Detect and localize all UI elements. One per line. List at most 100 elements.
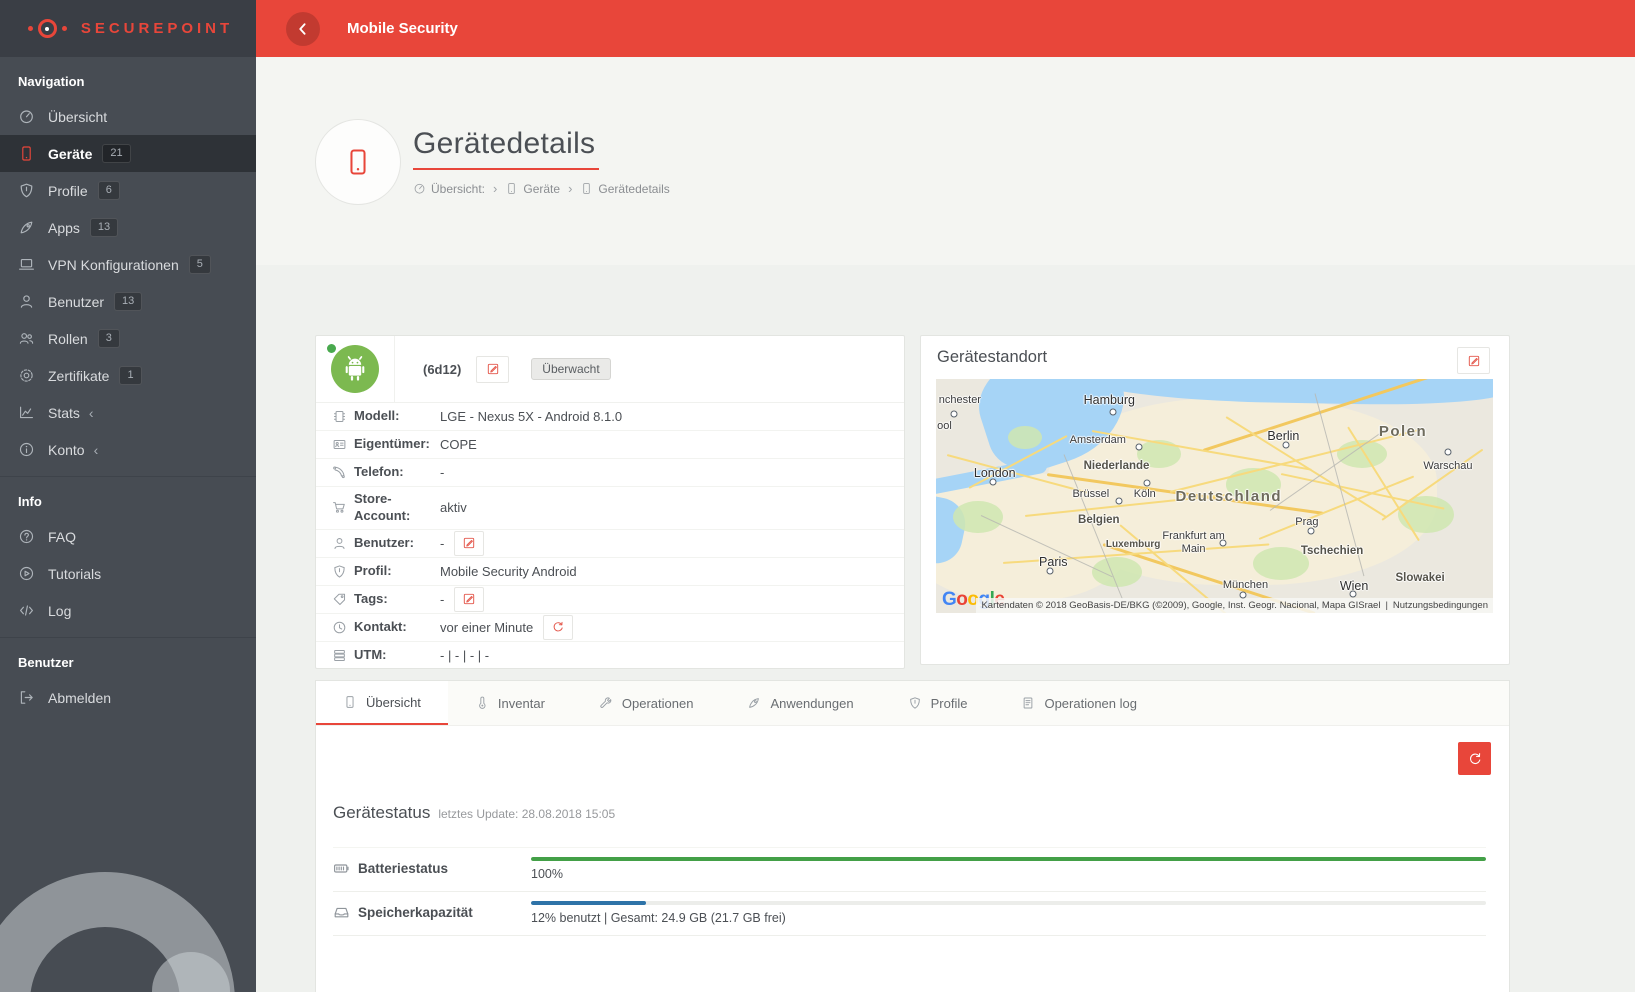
- edit-benutzer-button[interactable]: [454, 531, 484, 556]
- user-icon: [18, 293, 35, 310]
- count-badge: 3: [98, 329, 120, 347]
- clock-icon: [332, 620, 347, 635]
- sidebar-item-faq[interactable]: FAQ: [0, 518, 256, 555]
- rocket-icon: [747, 696, 761, 710]
- tab-profile[interactable]: Profile: [881, 681, 995, 725]
- android-robot-icon: [339, 353, 371, 385]
- map-label: ool: [937, 420, 952, 432]
- tab-operationen[interactable]: Operationen: [572, 681, 721, 725]
- battery-progress-fill: [531, 857, 1486, 861]
- map-city-marker: [1282, 441, 1289, 448]
- sidebar-item-zertifikate[interactable]: Zertifikate 1: [0, 357, 256, 394]
- count-badge: 6: [98, 181, 120, 199]
- map-label: Hamburg: [1084, 393, 1135, 407]
- map-city-marker: [1136, 443, 1143, 450]
- row-label: Tags:: [354, 587, 440, 612]
- map-label: München: [1223, 579, 1268, 591]
- map-city-marker: [1219, 539, 1226, 546]
- sidebar-item-stats[interactable]: Stats ‹: [0, 394, 256, 431]
- shield-icon: [332, 564, 347, 579]
- row-value: COPE: [440, 437, 477, 452]
- row-value: -: [440, 465, 444, 480]
- sidebar-item-label: Rollen: [48, 331, 88, 347]
- breadcrumb-link-geraete[interactable]: Geräte: [505, 182, 560, 196]
- logout-icon: [18, 689, 35, 706]
- map-label: Amsterdam: [1070, 434, 1126, 446]
- sidebar-nav: Navigation Übersicht Geräte 21 Profile 6: [0, 57, 256, 724]
- sidebar-item-label: Apps: [48, 220, 80, 236]
- back-button[interactable]: [286, 12, 320, 46]
- device-avatar-cell: [316, 336, 395, 402]
- status-row-speicher: Speicherkapazität 12% benutzt | Gesamt: …: [333, 892, 1486, 936]
- status-row-batterie: Batteriestatus 100%: [333, 847, 1486, 892]
- server-icon: [332, 648, 347, 663]
- sidebar-item-abmelden[interactable]: Abmelden: [0, 679, 256, 716]
- sidebar: SECUREPOINT Navigation Übersicht Geräte …: [0, 0, 256, 992]
- row-value: Mobile Security Android: [440, 564, 577, 579]
- sidebar-item-benutzer[interactable]: Benutzer 13: [0, 283, 256, 320]
- sidebar-item-profile[interactable]: Profile 6: [0, 172, 256, 209]
- storage-progress-track: [531, 901, 1486, 905]
- device-row-tags: Tags: -: [316, 585, 904, 613]
- map-forest: [953, 501, 1003, 534]
- map-city-marker: [1349, 591, 1356, 598]
- main-content: Gerätedetails Übersicht: › Geräte › Gerä…: [256, 57, 1635, 992]
- refresh-status-button[interactable]: [1458, 742, 1491, 775]
- tab-bar: Übersicht Inventar Operationen Anwendung…: [316, 681, 1509, 726]
- breadcrumb-link-uebersicht[interactable]: Übersicht:: [413, 182, 485, 196]
- map-canvas[interactable]: Google Kartendaten © 2018 GeoBasis-DE/BK…: [936, 379, 1493, 613]
- sidebar-item-geraete[interactable]: Geräte 21: [0, 135, 256, 172]
- storage-progress-fill: [531, 901, 646, 905]
- device-status-header: Gerätestatus letztes Update: 28.08.2018 …: [333, 726, 1486, 823]
- logo-dot-icon: [62, 26, 67, 31]
- map-attribution: Kartendaten © 2018 GeoBasis-DE/BKG (©200…: [976, 598, 1493, 613]
- map-terms-link[interactable]: Nutzungsbedingungen: [1393, 600, 1488, 611]
- sidebar-item-konto[interactable]: Konto ‹: [0, 431, 256, 468]
- sidebar-item-tutorials[interactable]: Tutorials: [0, 555, 256, 592]
- tab-anwendungen[interactable]: Anwendungen: [720, 681, 880, 725]
- chevron-left-icon: [295, 21, 311, 37]
- map-label: Warschau: [1423, 460, 1472, 472]
- row-value-text: -: [440, 536, 444, 551]
- battery-icon: [333, 860, 350, 877]
- thermometer-icon: [475, 696, 489, 710]
- smartphone-icon: [343, 695, 357, 709]
- logo-dot-icon: [28, 26, 33, 31]
- edit-device-name-button[interactable]: [476, 356, 509, 383]
- tab-operationen-log[interactable]: Operationen log: [994, 681, 1164, 725]
- sidebar-item-uebersicht[interactable]: Übersicht: [0, 98, 256, 135]
- map-city-marker: [1143, 480, 1150, 487]
- map-label: Prag: [1295, 516, 1318, 528]
- tab-inventar[interactable]: Inventar: [448, 681, 572, 725]
- refresh-icon: [551, 620, 565, 634]
- tab-uebersicht[interactable]: Übersicht: [316, 681, 448, 725]
- row-label: Eigentümer:: [354, 432, 440, 457]
- count-badge: 21: [102, 144, 130, 162]
- breadcrumb: Übersicht: › Geräte › Gerätedetails: [413, 181, 670, 196]
- document-icon: [1021, 696, 1035, 710]
- map-attribution-separator: |: [1385, 600, 1387, 611]
- nav-section-header: Navigation: [0, 57, 256, 98]
- wrench-icon: [599, 696, 613, 710]
- shield-icon: [908, 696, 922, 710]
- tab-label: Übersicht: [366, 695, 421, 710]
- securepoint-logo[interactable]: SECUREPOINT: [0, 0, 256, 57]
- shield-icon: [18, 182, 35, 199]
- edit-tags-button[interactable]: [454, 587, 484, 612]
- count-badge: 13: [90, 218, 118, 236]
- tab-label: Inventar: [498, 696, 545, 711]
- device-row-telefon: Telefon: -: [316, 458, 904, 486]
- sidebar-item-log[interactable]: Log: [0, 592, 256, 629]
- sidebar-item-rollen[interactable]: Rollen 3: [0, 320, 256, 357]
- sidebar-item-vpn-konfigurationen[interactable]: VPN Konfigurationen 5: [0, 246, 256, 283]
- topbar: Mobile Security: [256, 0, 1635, 57]
- battery-progress-track: [531, 857, 1486, 861]
- status-title: Gerätestatus: [333, 803, 430, 823]
- sidebar-item-label: FAQ: [48, 529, 76, 545]
- tab-label: Operationen: [622, 696, 694, 711]
- refresh-kontakt-button[interactable]: [543, 615, 573, 640]
- edit-location-button[interactable]: [1457, 347, 1490, 374]
- status-last-update: letztes Update: 28.08.2018 15:05: [438, 807, 615, 821]
- info-icon: [18, 441, 35, 458]
- sidebar-item-apps[interactable]: Apps 13: [0, 209, 256, 246]
